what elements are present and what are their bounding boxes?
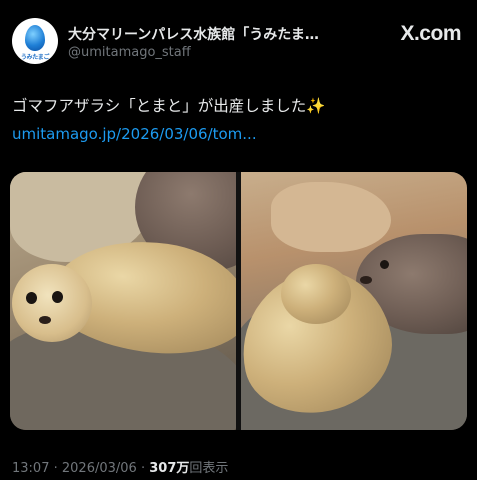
meta-separator: · bbox=[140, 461, 146, 476]
rock-shape bbox=[271, 182, 391, 252]
post-header: うみたまご 大分マリーンパレス水族館「うみたま… @umitamago_staf… bbox=[12, 18, 461, 70]
seal-mother-and-pup-photo[interactable] bbox=[241, 172, 467, 430]
post-meta: 13:07 · 2026/03/06 · 307万回表示 bbox=[12, 457, 228, 476]
media-grid bbox=[10, 172, 467, 430]
views-count: 307万 bbox=[149, 461, 190, 476]
mother-seal-nose bbox=[360, 276, 372, 284]
avatar-logo-text: うみたまご bbox=[20, 54, 50, 61]
pup-nose bbox=[39, 316, 51, 324]
display-name[interactable]: 大分マリーンパレス水族館「うみたま… bbox=[68, 24, 358, 44]
post-time[interactable]: 13:07 bbox=[12, 461, 49, 476]
avatar[interactable]: うみたまご bbox=[12, 18, 58, 64]
mother-seal-eye bbox=[380, 260, 389, 269]
user-handle[interactable]: @umitamago_staff bbox=[68, 45, 191, 60]
post-link[interactable]: umitamago.jp/2026/03/06/tom... bbox=[12, 125, 257, 143]
aquarium-logo-icon bbox=[25, 25, 45, 51]
pup-eye bbox=[26, 292, 37, 304]
x-logo: X.com bbox=[400, 22, 461, 45]
post-date[interactable]: 2026/03/06 bbox=[62, 461, 137, 476]
pup-eye bbox=[52, 291, 63, 303]
views-label: 回表示 bbox=[189, 461, 229, 476]
pup-head-shape bbox=[281, 264, 351, 324]
meta-separator: · bbox=[53, 461, 58, 476]
seal-pup-photo[interactable] bbox=[10, 172, 236, 430]
post-text: ゴマフアザラシ「とまと」が出産しました✨ bbox=[12, 97, 326, 115]
pup-head-shape bbox=[12, 264, 92, 342]
